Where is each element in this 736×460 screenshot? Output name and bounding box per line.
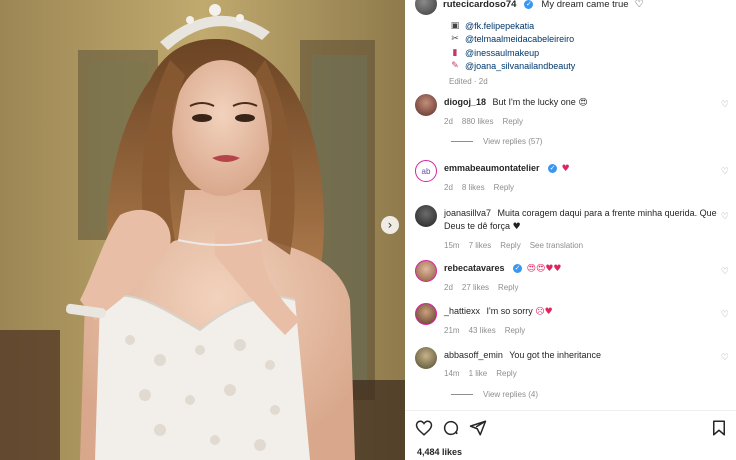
comment-username[interactable]: _hattiexx	[444, 306, 480, 316]
see-translation-button[interactable]: See translation	[530, 239, 583, 252]
reply-button[interactable]: Reply	[505, 324, 525, 337]
comment-username[interactable]: diogoj_18	[444, 97, 486, 107]
comment-emoji: 😍😍♥♥	[526, 264, 562, 274]
comments-panel: rutecicardoso74 ✓ My dream came true ♡ ▣…	[405, 0, 736, 460]
comment-username[interactable]: joanasillva7	[444, 208, 491, 218]
chevron-right-icon: ›	[387, 218, 393, 232]
comment-item: rebecatavares ✓ 😍😍♥♥ 2d 27 likes Reply ♡	[415, 260, 735, 294]
share-icon[interactable]	[469, 419, 487, 437]
like-comment-heart-icon[interactable]: ♡	[721, 167, 729, 177]
comment-time: 2d	[444, 183, 453, 192]
credit-item: ✂ @telmaalmeidacabeleireiro	[449, 33, 730, 47]
comment-item: ab emmabeaumontatelier ✓ ♥ 2d 8 likes Re…	[415, 160, 735, 194]
comment-likes[interactable]: 43 likes	[469, 324, 496, 337]
comment-time: 21m	[444, 326, 460, 335]
comment-likes[interactable]: 880 likes	[462, 115, 494, 128]
caption-text: My dream came true	[541, 0, 629, 10]
view-replies-button[interactable]: View replies (4)	[451, 390, 538, 399]
verified-badge-icon: ✓	[548, 164, 558, 174]
avatar[interactable]	[415, 303, 437, 325]
camera-icon: ▣	[450, 20, 460, 31]
bride-photo-illustration	[0, 0, 405, 460]
reply-button[interactable]: Reply	[494, 181, 514, 194]
avatar[interactable]	[415, 205, 437, 227]
bookmark-icon[interactable]	[710, 419, 728, 437]
comment-item: _hattiexx I'm so sorry ☹♥ 21m 43 likes R…	[415, 303, 735, 337]
comment-likes[interactable]: 1 like	[469, 367, 488, 380]
post-caption: rutecicardoso74 ✓ My dream came true ♡ ▣…	[415, 0, 730, 86]
comment-username[interactable]: rebecatavares	[444, 263, 505, 273]
lipstick-icon: ▮	[452, 47, 458, 58]
comment-username[interactable]: emmabeaumontatelier	[444, 163, 540, 173]
reply-button[interactable]: Reply	[500, 239, 520, 252]
divider	[451, 394, 473, 395]
comment-icon[interactable]	[442, 419, 460, 437]
reply-button[interactable]: Reply	[496, 367, 516, 380]
comment-text: You got the inheritance	[509, 350, 601, 360]
comment-emoji: 😍	[578, 98, 588, 108]
comment-item: abbasoff_emin You got the inheritance 14…	[415, 347, 735, 380]
verified-badge-icon: ✓	[524, 0, 534, 9]
carousel-next-button[interactable]: ›	[381, 216, 399, 234]
verified-badge-icon: ✓	[513, 264, 523, 274]
post-photo: ›	[0, 0, 405, 460]
comment-username[interactable]: abbasoff_emin	[444, 350, 503, 360]
edited-timestamp: Edited · 2d	[449, 77, 488, 86]
avatar[interactable]: ab	[415, 160, 437, 182]
heart-outline-icon: ♡	[634, 0, 644, 10]
comment-text: But I'm the lucky one	[492, 97, 576, 107]
comment-time: 2d	[444, 117, 453, 126]
avatar[interactable]	[415, 347, 437, 369]
comment-emoji: ♥	[561, 164, 570, 174]
like-comment-heart-icon[interactable]: ♡	[721, 212, 729, 222]
post-likes-count[interactable]: 4,484 likes	[417, 447, 462, 457]
avatar[interactable]	[415, 0, 437, 15]
like-comment-heart-icon[interactable]: ♡	[721, 100, 729, 110]
nail-polish-icon: ✎	[451, 61, 459, 72]
comment-text: I'm so sorry	[486, 306, 533, 316]
comment-item: joanasillva7 Muita coragem daqui para a …	[415, 205, 735, 252]
reply-button[interactable]: Reply	[502, 115, 522, 128]
comment-time: 15m	[444, 241, 460, 250]
comment-emoji: ♥	[512, 222, 521, 232]
comment-likes[interactable]: 8 likes	[462, 181, 485, 194]
view-replies-button[interactable]: View replies (57)	[451, 137, 542, 146]
credit-item: ✎ @joana_silvanailandbeauty	[449, 60, 730, 74]
avatar[interactable]	[415, 94, 437, 116]
credit-item: ▮ @inessaulmakeup	[449, 46, 730, 60]
avatar[interactable]	[415, 260, 437, 282]
comment-item: diogoj_18 But I'm the lucky one 😍 2d 880…	[415, 94, 735, 128]
view-replies-label: View replies (4)	[483, 390, 538, 399]
credit-handle[interactable]: @fk.felipepekatia	[465, 21, 534, 31]
credits-list: ▣ @fk.felipepekatia ✂ @telmaalmeidacabel…	[449, 19, 730, 73]
comment-time: 2d	[444, 283, 453, 292]
like-comment-heart-icon[interactable]: ♡	[721, 310, 729, 320]
divider	[451, 141, 473, 142]
credit-handle[interactable]: @inessaulmakeup	[465, 48, 539, 58]
like-comment-heart-icon[interactable]: ♡	[721, 353, 729, 363]
like-comment-heart-icon[interactable]: ♡	[721, 267, 729, 277]
caption-username[interactable]: rutecicardoso74	[443, 0, 516, 10]
credit-handle[interactable]: @joana_silvanailandbeauty	[465, 61, 575, 71]
reply-button[interactable]: Reply	[498, 281, 518, 294]
scissors-icon: ✂	[451, 34, 459, 45]
comment-emoji: ☹♥	[535, 307, 553, 317]
heart-outline-icon[interactable]	[415, 419, 433, 437]
view-replies-label: View replies (57)	[483, 137, 543, 146]
comment-likes[interactable]: 27 likes	[462, 281, 489, 294]
credit-item: ▣ @fk.felipepekatia	[449, 19, 730, 33]
comment-time: 14m	[444, 369, 460, 378]
credit-handle[interactable]: @telmaalmeidacabeleireiro	[465, 34, 574, 44]
post-action-bar: 4,484 likes	[405, 410, 736, 460]
comment-likes[interactable]: 7 likes	[469, 239, 492, 252]
